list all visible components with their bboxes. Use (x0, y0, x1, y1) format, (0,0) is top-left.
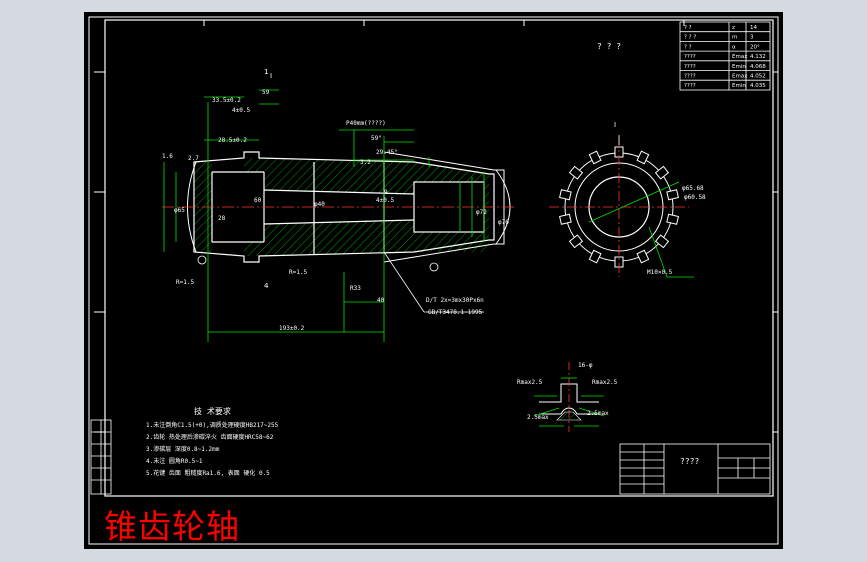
table-cell: 4.132 (750, 54, 766, 60)
note-line: 5.花键 齿面 粗糙度Ra1.6, 表面 硬化 0.5 (146, 470, 270, 477)
dim-d-40: 40 (377, 297, 385, 304)
note-line: 4.未注 圆角R0.5~1 (146, 458, 203, 465)
dim-d-gb: GB/T3478.1-1995 (428, 309, 483, 316)
table-cell: m (732, 35, 737, 41)
gear-tooth (588, 249, 602, 264)
note-line: 2.齿轮 热处理后渗碳淬火 齿面硬度HRC58~62 (146, 434, 274, 441)
dim-d-phi-big: φ65.68 (682, 185, 704, 192)
note-line: 1.未注倒角C1.5(+0),调质处理硬度HB217~255 (146, 422, 279, 429)
gear-tooth (568, 165, 584, 180)
note-line: 3.渗碳层 深度0.8~1.2mm (146, 446, 220, 453)
table-cell: ? ? (684, 25, 692, 31)
gear-tooth (559, 189, 572, 201)
dim-d-r33: R33 (350, 285, 361, 292)
dim-d-4b: 4±0.5 (376, 197, 394, 204)
table-cell: 14 (750, 25, 757, 31)
table-cell: ???? (684, 83, 696, 89)
dim-d-rmax2: Rmax2.5 (592, 379, 618, 386)
drawing-title: ? ? ? (597, 42, 622, 51)
dim-d-193: 193±0.2 (279, 325, 305, 332)
gear-tooth (588, 150, 602, 165)
gear-tooth (654, 165, 670, 180)
table-cell: Emax (732, 54, 748, 60)
drawing-sheet: ? ? z 14? ? ? m 3? ? α 20°???? Emax 4.132???? Emi… (84, 12, 783, 549)
dim-d-2945: 29.45° (376, 149, 398, 156)
section-label: 4 (264, 282, 269, 290)
gear-tooth (666, 189, 679, 201)
end-view-label: I (614, 121, 616, 129)
table-cell: ???? (684, 54, 696, 60)
section-label: I (270, 72, 272, 80)
dim-d-72: φ72 (476, 209, 487, 216)
title-block-name: ???? (680, 457, 700, 466)
table-cell: α (732, 44, 736, 50)
dim-d-28: 28 (218, 215, 226, 222)
dim-d-285: 28.5±0.2 (218, 137, 247, 144)
dim-d-16: 1.6 (162, 153, 173, 160)
dim-d-275: 2.7 (188, 155, 199, 162)
table-cell: Emin (732, 64, 746, 70)
table-cell: Emax (732, 74, 748, 80)
dim-d-592: 59° (371, 135, 382, 142)
shaft-section-view (162, 89, 514, 342)
table-cell: 4.052 (750, 74, 766, 80)
dim-d-phi-small: φ60.58 (684, 194, 706, 201)
gear-tooth (568, 234, 584, 249)
dim-d-p40: P40mm(????) (346, 120, 386, 127)
section-label: 1 (264, 68, 268, 76)
table-cell: ???? (684, 74, 696, 80)
dim-d-rmax1: Rmax2.5 (517, 379, 543, 386)
table-cell: ? ? ? (684, 35, 696, 41)
table-cell: 20° (750, 44, 760, 50)
left-stamp-block (90, 419, 112, 495)
gear-tooth (559, 213, 572, 225)
dim-d-76: φ76 (498, 219, 509, 226)
dim-d-59: 59 (262, 89, 270, 96)
dim-d-25a: 2.5max (527, 414, 549, 421)
table-cell: 4.035 (750, 83, 766, 89)
dim-d-60: 60 (254, 197, 262, 204)
table-cell: Emin (732, 83, 746, 89)
dim-d-9: 9 (384, 189, 388, 196)
dim-d-335: 33.5±0.2 (212, 97, 241, 104)
table-cell: 3 (750, 35, 754, 41)
gear-tooth (654, 234, 670, 249)
dim-d-spline: D/T 2x=3mx30Px6n (426, 297, 484, 304)
tooth-detail-view (533, 362, 605, 432)
caption: 锥齿轮轴 (104, 507, 240, 546)
gear-tooth (636, 249, 650, 264)
gear-tooth (636, 150, 650, 165)
table-cell: ???? (684, 64, 696, 70)
table-cell: ? ? (684, 44, 692, 50)
table-cell: 4.068 (750, 64, 766, 70)
notes-heading: 技 术要求 (194, 407, 231, 416)
dim-d-m10: M10×0.5 (647, 269, 673, 276)
parameter-table-text: ? ? z 14? ? ? m 3? ? α 20°???? Emax 4.132???? Emi… (684, 25, 766, 89)
dim-d-r15: R=1.5 (176, 279, 194, 286)
title-block (619, 443, 771, 495)
dim-d-4: 4±0.5 (232, 107, 250, 114)
table-cell: z (732, 25, 735, 31)
dim-d-16b: 16-φ (578, 362, 593, 369)
dim-d-65: φ65 (174, 207, 185, 214)
dim-d-32: 3.2 (360, 159, 371, 166)
dim-d-r16: R=1.5 (289, 269, 307, 276)
dim-d-25b: 2.5max (587, 410, 609, 417)
cad-drawing: ? ? z 14? ? ? m 3? ? α 20°???? Emax 4.132???? Emi… (88, 16, 779, 545)
gear-end-view (549, 135, 694, 278)
gear-tooth (666, 213, 679, 225)
dim-d-40b: φ40 (314, 201, 325, 208)
